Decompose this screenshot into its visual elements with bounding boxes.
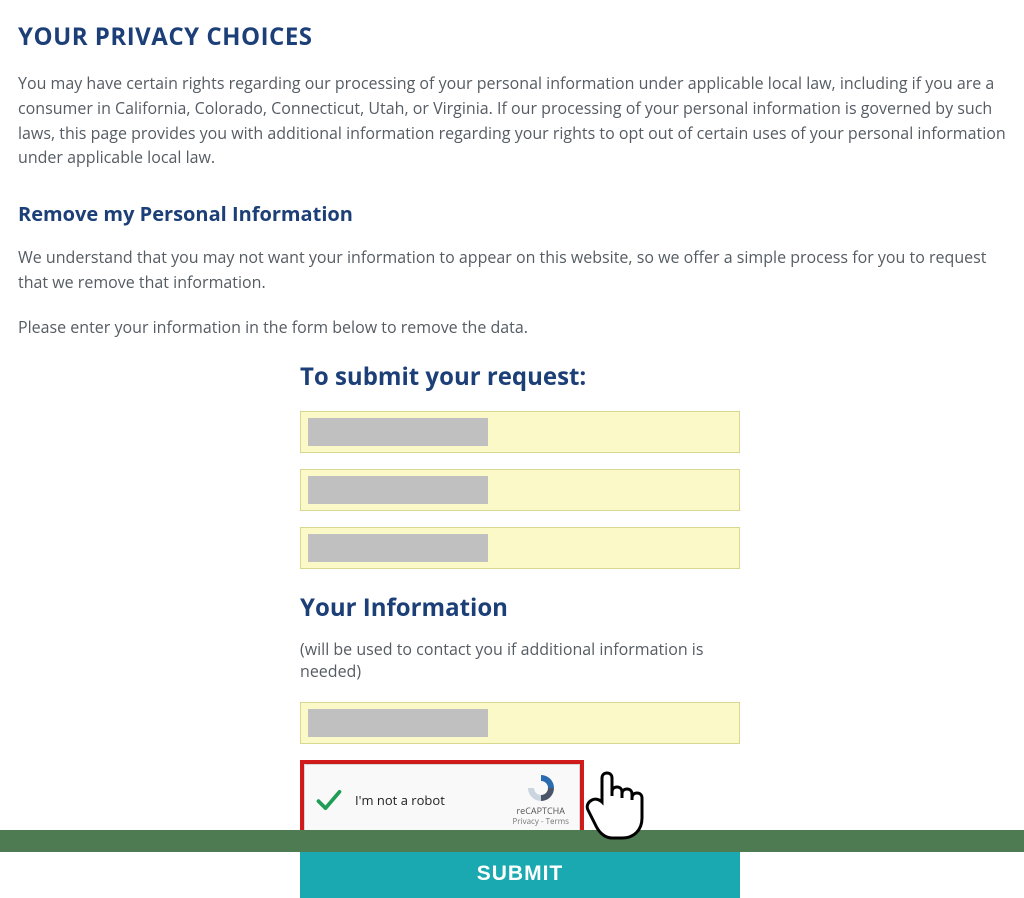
input-mask [308, 534, 488, 562]
contact-input[interactable] [300, 702, 740, 744]
submit-label: SUBMIT [477, 862, 564, 886]
remove-info-body-1: We understand that you may not want your… [18, 245, 1006, 295]
form-input-1[interactable] [300, 411, 740, 453]
request-form: To submit your request: Your Information… [300, 360, 745, 898]
recaptcha-brand: reCAPTCHA [512, 806, 569, 817]
page-title: YOUR PRIVACY CHOICES [18, 20, 1006, 53]
remove-info-heading: Remove my Personal Information [18, 200, 1006, 227]
remove-info-body-2: Please enter your information in the for… [18, 315, 1006, 340]
submit-button[interactable]: SUBMIT [300, 850, 740, 898]
your-info-heading: Your Information [300, 591, 745, 624]
input-mask [308, 709, 488, 737]
input-mask [308, 418, 488, 446]
recaptcha-widget[interactable]: I'm not a robot reCAPTCHA Privacy - Term… [304, 764, 580, 836]
input-mask [308, 476, 488, 504]
form-input-3[interactable] [300, 527, 740, 569]
form-heading: To submit your request: [300, 360, 745, 393]
recaptcha-highlight: I'm not a robot reCAPTCHA Privacy - Term… [300, 760, 584, 840]
recaptcha-label: I'm not a robot [355, 791, 445, 809]
recaptcha-check-icon [315, 786, 343, 814]
recaptcha-logo-icon [525, 772, 557, 804]
recaptcha-links[interactable]: Privacy - Terms [512, 816, 569, 827]
footer-bar [0, 830, 1024, 852]
your-info-subtext: (will be used to contact you if addition… [300, 638, 745, 682]
intro-paragraph: You may have certain rights regarding ou… [18, 71, 1006, 170]
form-input-2[interactable] [300, 469, 740, 511]
